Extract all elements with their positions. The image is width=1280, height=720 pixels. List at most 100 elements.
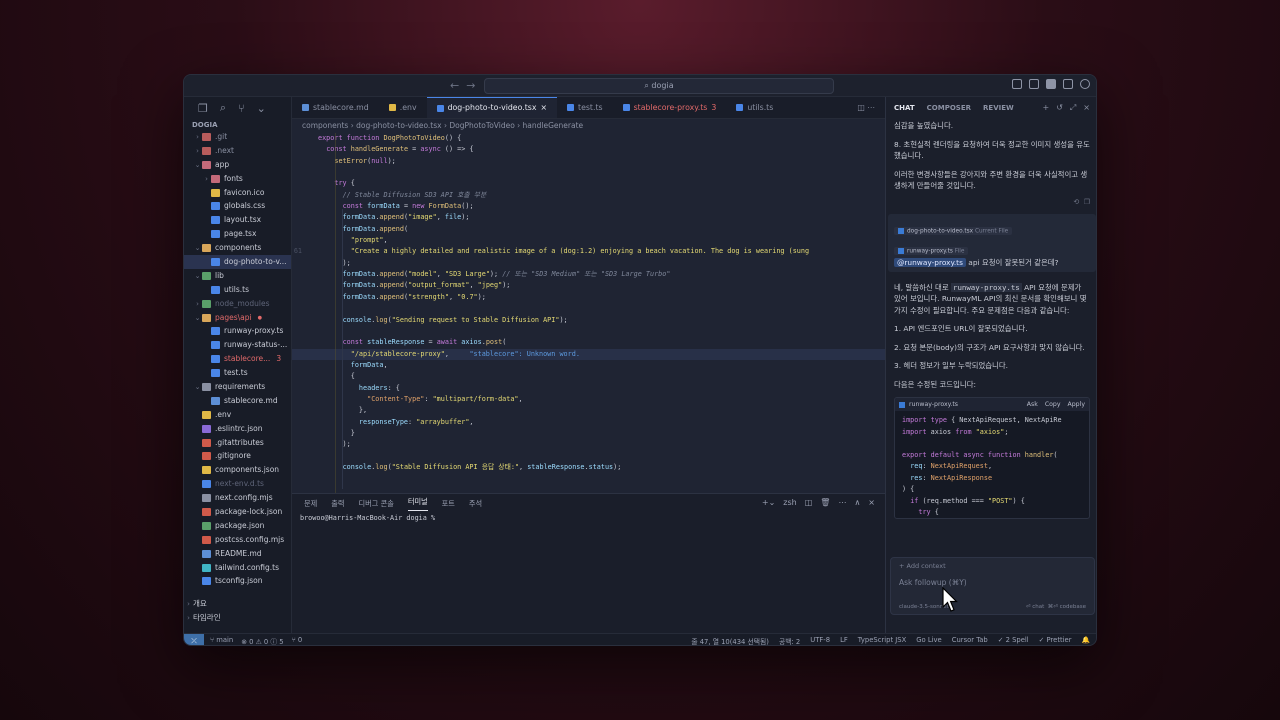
tree-item[interactable]: › node_modules bbox=[184, 297, 291, 311]
tree-item[interactable]: ⌄ components bbox=[184, 241, 291, 255]
spell-check[interactable]: ✓ 2 Spell bbox=[998, 636, 1029, 646]
tree-item[interactable]: stablecore... 3 bbox=[184, 352, 291, 366]
tree-item[interactable]: .gitattributes bbox=[184, 436, 291, 450]
tree-item[interactable]: › .git bbox=[184, 130, 291, 144]
context-chip[interactable]: dog-photo-to-video.tsx Current File bbox=[894, 226, 1013, 235]
code-view[interactable]: export function DogPhotoToVideo() { cons… bbox=[292, 133, 885, 493]
close-icon[interactable]: × bbox=[1083, 103, 1090, 113]
gear-icon[interactable] bbox=[1080, 79, 1090, 89]
close-icon[interactable]: × bbox=[540, 97, 547, 118]
breadcrumb[interactable]: components › dog-photo-to-video.tsx › Do… bbox=[292, 119, 885, 133]
copy-button[interactable]: Copy bbox=[1045, 401, 1061, 408]
add-context-button[interactable]: + Add context bbox=[891, 558, 1094, 574]
tree-item[interactable]: ⌄ requirements bbox=[184, 380, 291, 394]
eol[interactable]: LF bbox=[840, 636, 848, 646]
toggle-aux-icon[interactable] bbox=[1046, 79, 1056, 89]
files-icon[interactable]: ❐ bbox=[198, 102, 208, 115]
chevron-down-icon[interactable]: ⌄ bbox=[257, 102, 266, 115]
tree-item[interactable]: dog-photo-to-v... bbox=[184, 255, 291, 269]
tree-item[interactable]: › .next bbox=[184, 144, 291, 158]
prettier[interactable]: ✓ Prettier bbox=[1039, 636, 1072, 646]
cursor-position[interactable]: 줄 47, 열 10(434 선택됨) bbox=[691, 636, 769, 646]
source-control-icon[interactable]: ⑂ bbox=[238, 102, 245, 115]
branch-indicator[interactable]: ⑂ main bbox=[210, 636, 233, 646]
ask-button[interactable]: Ask bbox=[1027, 401, 1038, 408]
toggle-panel-icon[interactable] bbox=[1029, 79, 1039, 89]
plus-icon[interactable]: +⌄ bbox=[762, 498, 775, 507]
chat-tab[interactable]: COMPOSER bbox=[927, 104, 971, 112]
expand-icon[interactable]: ⤢ bbox=[1070, 103, 1076, 113]
tree-item[interactable]: stablecore.md bbox=[184, 394, 291, 408]
remote-icon[interactable]: ⤫ bbox=[184, 633, 204, 645]
context-chip[interactable]: runway-proxy.ts File bbox=[894, 246, 969, 255]
tree-item[interactable]: runway-proxy.ts bbox=[184, 324, 291, 338]
codebase-send[interactable]: ⌘⏎ codebase bbox=[1048, 604, 1086, 610]
tree-item[interactable]: package-lock.json bbox=[184, 505, 291, 519]
message-actions[interactable]: ⟲ ❐ bbox=[886, 197, 1096, 209]
command-search[interactable]: ⌕ dogia bbox=[484, 78, 834, 94]
panel-tab[interactable]: 디버그 콘솔 bbox=[358, 499, 393, 509]
tree-item[interactable]: layout.tsx bbox=[184, 213, 291, 227]
tab-0[interactable]: stablecore.md bbox=[292, 97, 379, 118]
nav-arrows[interactable]: ← → bbox=[450, 79, 475, 92]
go-live[interactable]: Go Live bbox=[916, 636, 941, 646]
cursor-tab[interactable]: Cursor Tab bbox=[952, 636, 988, 646]
panel-tab[interactable]: 터미널 bbox=[407, 497, 428, 511]
followup-input[interactable]: Ask followup (⌘Y) bbox=[891, 574, 1094, 591]
tree-item[interactable]: › fonts bbox=[184, 172, 291, 186]
file-mention[interactable]: @runway-proxy.ts bbox=[894, 258, 966, 267]
tree-item[interactable]: favicon.ico bbox=[184, 186, 291, 200]
tab-1[interactable]: .env bbox=[379, 97, 427, 118]
tree-item[interactable]: next-env.d.ts bbox=[184, 477, 291, 491]
indentation[interactable]: 공백: 2 bbox=[779, 636, 800, 646]
maximize-icon[interactable]: ∧ bbox=[854, 498, 860, 507]
tree-item[interactable]: test.ts bbox=[184, 366, 291, 380]
tree-item[interactable]: ⌄ pages\api ● bbox=[184, 311, 291, 325]
tree-item[interactable]: runway-status-... bbox=[184, 338, 291, 352]
shell-label[interactable]: zsh bbox=[783, 498, 796, 507]
history-icon[interactable]: ↺ bbox=[1056, 103, 1063, 113]
outline-section[interactable]: › 개요 bbox=[184, 597, 292, 611]
close-icon[interactable]: × bbox=[868, 498, 875, 507]
tree-item[interactable]: tsconfig.json bbox=[184, 575, 291, 589]
tab-3[interactable]: test.ts bbox=[557, 97, 613, 118]
chat-tab[interactable]: CHAT bbox=[894, 104, 915, 112]
tree-item[interactable]: README.md bbox=[184, 547, 291, 561]
tree-item[interactable]: tailwind.config.ts bbox=[184, 561, 291, 575]
tree-item[interactable]: .env bbox=[184, 408, 291, 422]
terminal-prompt[interactable]: browoo@Harris-MacBook-Air dogia % bbox=[292, 514, 885, 522]
tree-item[interactable]: page.tsx bbox=[184, 227, 291, 241]
tree-item[interactable]: components.json bbox=[184, 463, 291, 477]
chat-send[interactable]: ⏎ chat bbox=[1026, 604, 1044, 610]
more-icon[interactable]: ⋯ bbox=[838, 498, 846, 507]
tree-item[interactable]: .eslintrc.json bbox=[184, 422, 291, 436]
problems-indicator[interactable]: ⊗ 0 ⚠ 0 ⓘ 5 bbox=[241, 636, 283, 646]
panel-tab[interactable]: 출력 bbox=[331, 499, 344, 509]
tab-4[interactable]: stablecore-proxy.ts 3 bbox=[613, 97, 727, 118]
panel-tab[interactable]: 포트 bbox=[442, 499, 455, 509]
search-icon[interactable]: ⌕ bbox=[220, 101, 226, 115]
ports-indicator[interactable]: ⑂ 0 bbox=[292, 636, 303, 646]
toggle-sidebar-icon[interactable] bbox=[1012, 79, 1022, 89]
plus-icon[interactable]: + bbox=[1042, 103, 1049, 113]
tree-item[interactable]: package.json bbox=[184, 519, 291, 533]
tree-item[interactable]: utils.ts bbox=[184, 283, 291, 297]
split-editor-icon[interactable]: ◫ ⋯ bbox=[847, 97, 885, 118]
tree-item[interactable]: globals.css bbox=[184, 199, 291, 213]
language-mode[interactable]: TypeScript JSX bbox=[858, 636, 906, 646]
trash-icon[interactable]: 🗑 bbox=[820, 498, 830, 507]
tab-2[interactable]: dog-photo-to-video.tsx × bbox=[426, 97, 558, 118]
bell-icon[interactable]: 🔔 bbox=[1082, 636, 1090, 646]
layout-icon[interactable] bbox=[1063, 79, 1073, 89]
chat-tab[interactable]: REVIEW bbox=[983, 104, 1014, 112]
encoding[interactable]: UTF-8 bbox=[810, 636, 830, 646]
panel-tab[interactable]: 문제 bbox=[304, 499, 317, 509]
tree-item[interactable]: ⌄ app bbox=[184, 158, 291, 172]
tab-5[interactable]: utils.ts bbox=[726, 97, 783, 118]
panel-tab[interactable]: 주석 bbox=[469, 499, 482, 509]
split-icon[interactable]: ◫ bbox=[805, 498, 813, 507]
tree-item[interactable]: next.config.mjs bbox=[184, 491, 291, 505]
apply-button[interactable]: Apply bbox=[1068, 401, 1085, 408]
timeline-section[interactable]: › 타임라인 bbox=[184, 611, 292, 625]
tree-item[interactable]: postcss.config.mjs bbox=[184, 533, 291, 547]
